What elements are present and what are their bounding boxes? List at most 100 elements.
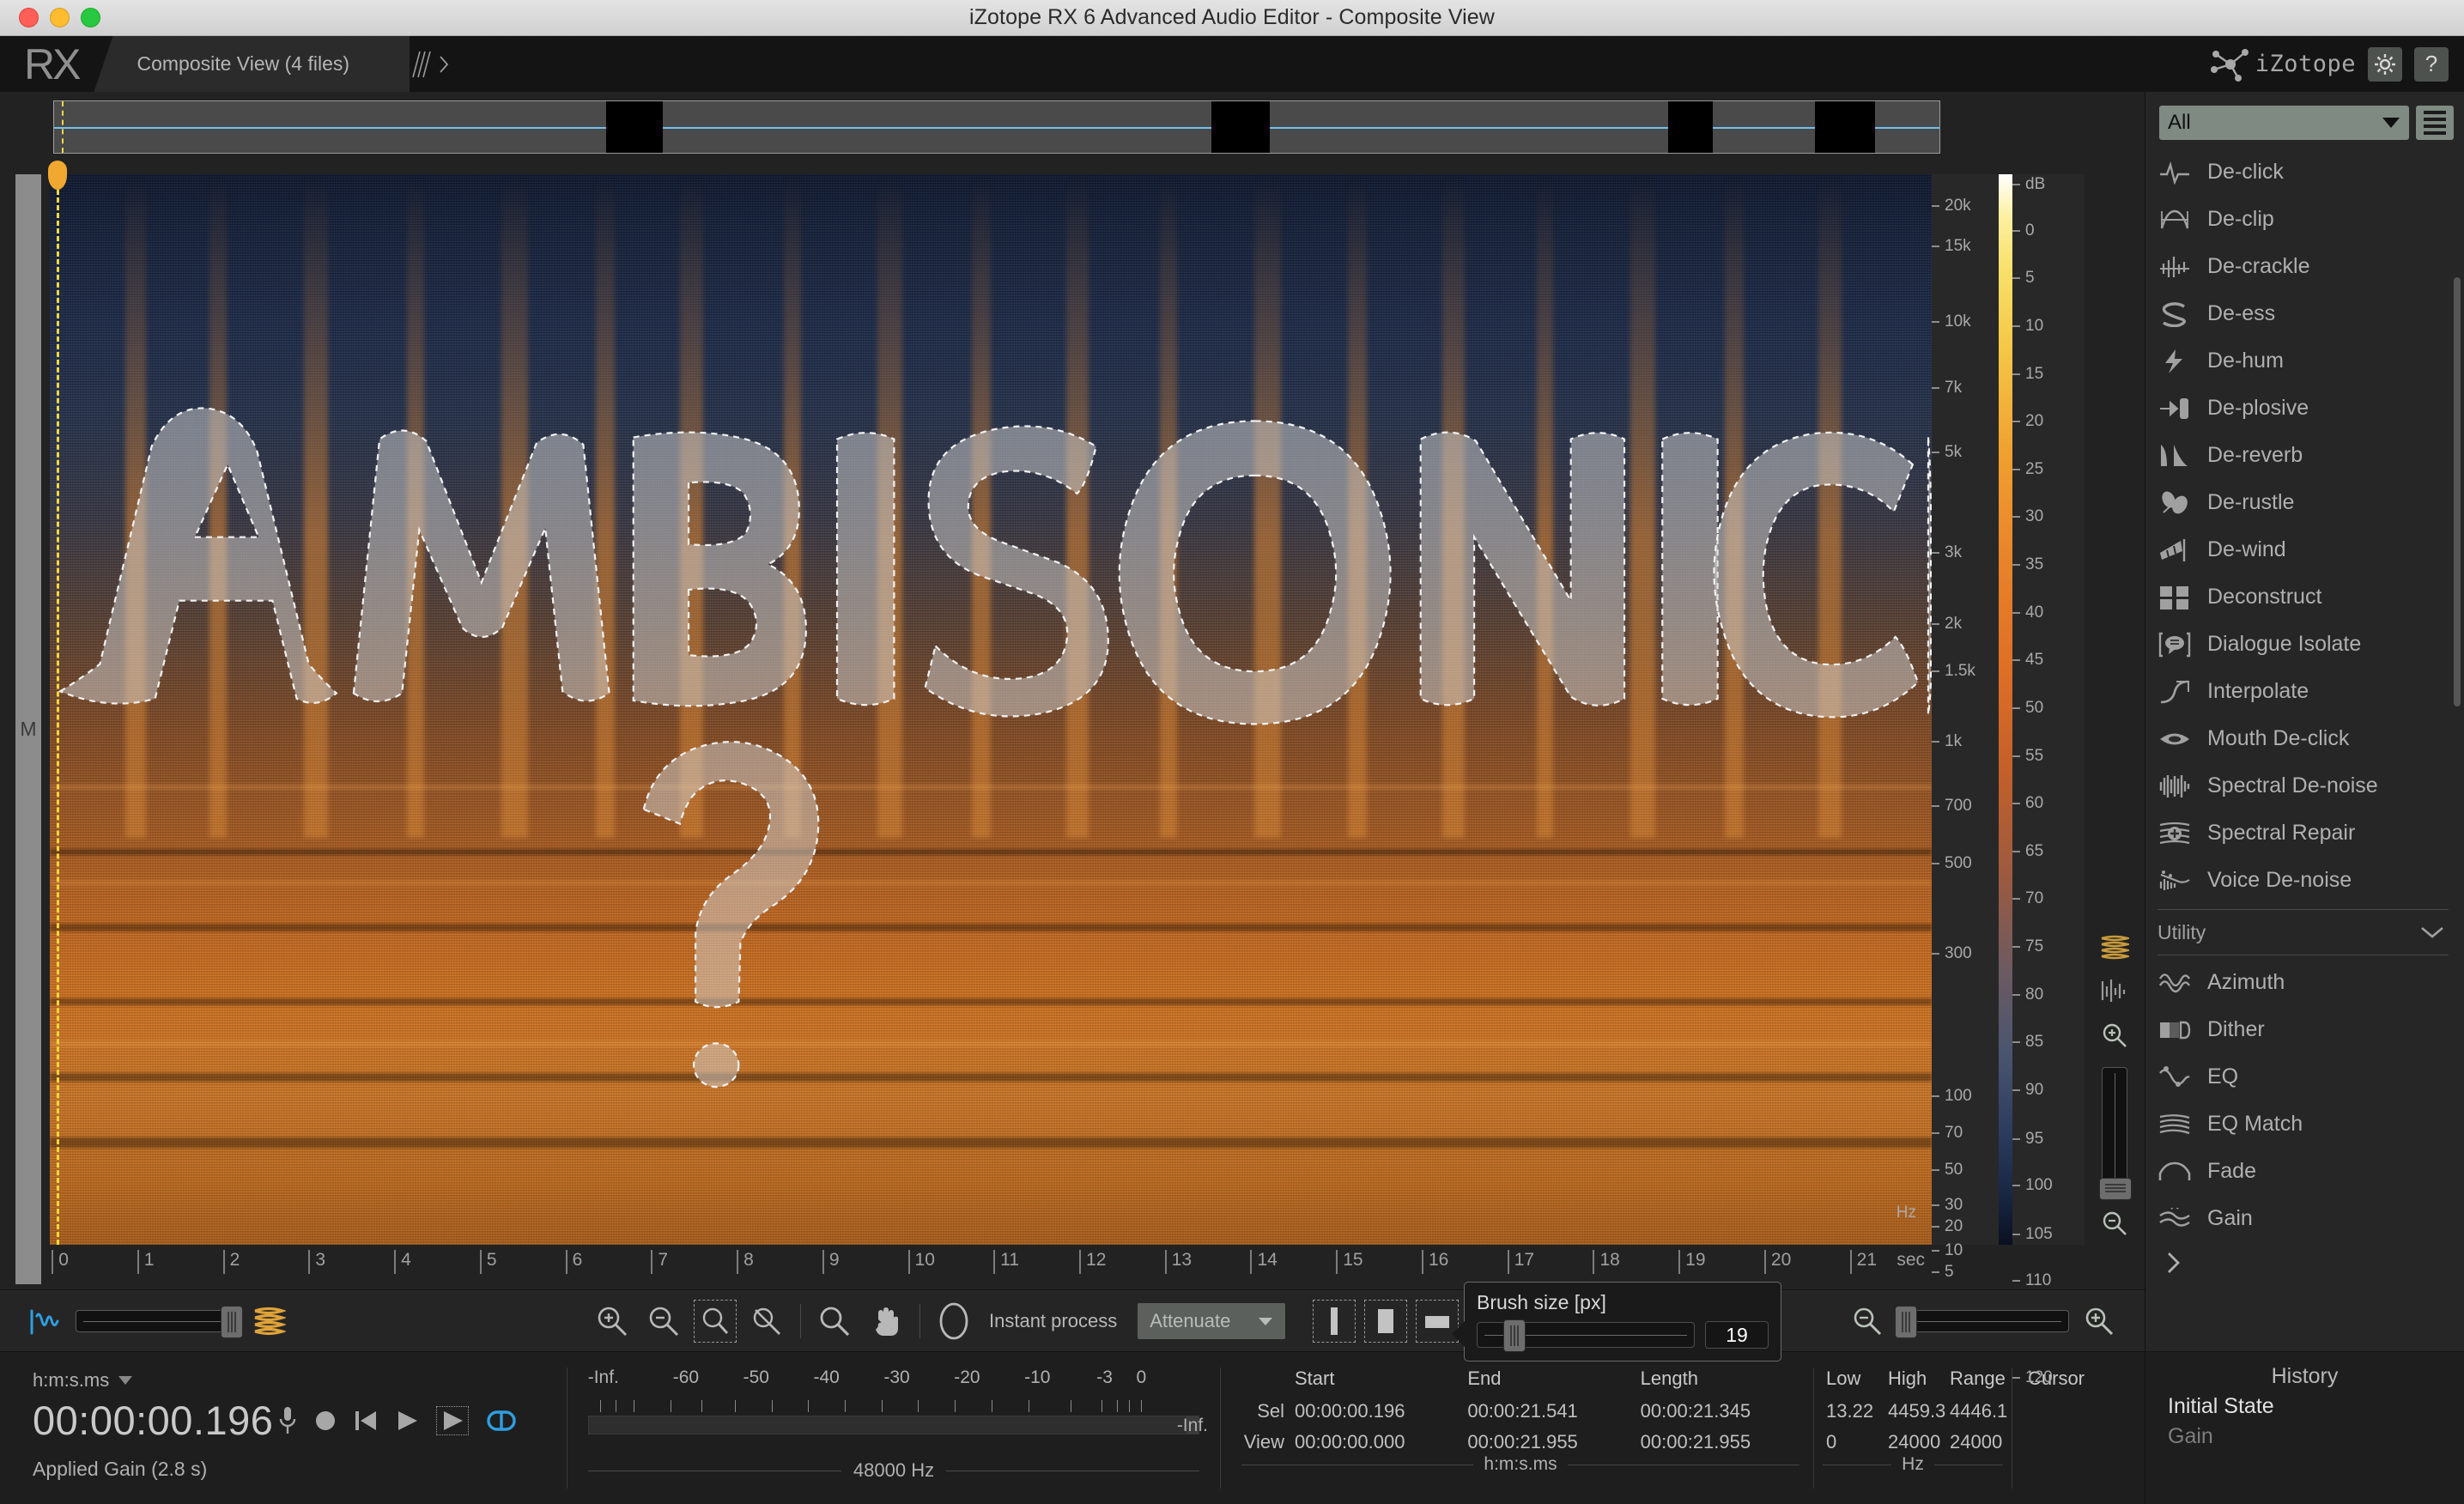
- spectrogram-icon[interactable]: [247, 1300, 290, 1343]
- sidebar-item-eq-match[interactable]: EQ Match: [2158, 1101, 2464, 1148]
- hamburger-icon[interactable]: [2416, 106, 2454, 140]
- overview-navigator[interactable]: [0, 92, 2145, 159]
- vertical-zoom-out-icon[interactable]: [2101, 1210, 2128, 1241]
- sel-start[interactable]: 00:00:00.196: [1295, 1400, 1467, 1431]
- sidebar-item-mouth-de-click[interactable]: Mouth De-click: [2158, 715, 2464, 762]
- sidebar-scrollbar[interactable]: [2454, 277, 2461, 707]
- tab-overflow[interactable]: [411, 50, 451, 79]
- sidebar-item-label: EQ: [2207, 1064, 2238, 1089]
- zoom-out-icon[interactable]: [642, 1300, 685, 1343]
- sidebar-item-spectral-repair[interactable]: Spectral Repair: [2158, 810, 2464, 857]
- zoom-reset-icon[interactable]: [745, 1300, 788, 1343]
- sidebar-item-dialogue-isolate[interactable]: Dialogue Isolate: [2158, 621, 2464, 668]
- gear-icon[interactable]: [2368, 47, 2402, 82]
- help-icon[interactable]: ?: [2414, 47, 2449, 82]
- brush-size-slider[interactable]: [1477, 1322, 1695, 1348]
- overview-playhead[interactable]: [62, 101, 64, 153]
- contrast-thumb[interactable]: [221, 1306, 243, 1338]
- sidebar-item-interpolate[interactable]: Interpolate: [2158, 668, 2464, 715]
- edit-cursor[interactable]: [57, 174, 59, 1245]
- skip-to-start-icon[interactable]: [354, 1409, 378, 1433]
- play-icon[interactable]: [395, 1409, 419, 1433]
- spectral-selection-layer[interactable]: [50, 174, 1932, 1245]
- hand-tool-icon[interactable]: [865, 1300, 907, 1343]
- de-reverb-icon: [2158, 440, 2192, 471]
- horizontal-zoom-slider[interactable]: [1897, 1310, 2069, 1332]
- zoom-in-icon[interactable]: [591, 1300, 634, 1343]
- azimuth-icon: [2158, 967, 2192, 998]
- sidebar-item-de-crackle[interactable]: De-crackle: [2158, 243, 2464, 290]
- instant-process-icon[interactable]: [932, 1300, 975, 1343]
- sidebar-item-label: De-hum: [2207, 349, 2284, 373]
- brush-size-popup[interactable]: Brush size [px] 19: [1464, 1282, 1781, 1361]
- waveform-icon[interactable]: [24, 1300, 67, 1343]
- frequency-info-panel: Low High Range 13.22 4459.3 4446.1 0 240…: [1814, 1352, 2012, 1504]
- history-item[interactable]: Initial State: [2145, 1389, 2464, 1419]
- overview-waveform[interactable]: [53, 100, 1940, 154]
- brush-size-thumb[interactable]: [1503, 1319, 1526, 1352]
- sidebar-item-dither[interactable]: Dither: [2158, 1006, 2464, 1053]
- sidebar-item-de-hum[interactable]: De-hum: [2158, 337, 2464, 385]
- sidebar-item-de-plosive[interactable]: De-plosive: [2158, 385, 2464, 432]
- sidebar-item-eq[interactable]: EQ: [2158, 1053, 2464, 1101]
- sidebar-item-de-clip[interactable]: De-clip: [2158, 196, 2464, 243]
- spectrogram-view-icon[interactable]: [2100, 934, 2129, 964]
- sel-length[interactable]: 00:00:21.345: [1641, 1400, 1813, 1431]
- sidebar-item-de-reverb[interactable]: De-reverb: [2158, 432, 2464, 479]
- horizontal-zoom-thumb[interactable]: [1895, 1306, 1917, 1338]
- sidebar-item-voice-de-noise[interactable]: Voice De-noise: [2158, 857, 2464, 904]
- editor-column: M: [0, 92, 2145, 1504]
- horizontal-zoom-in-icon[interactable]: [2078, 1300, 2121, 1343]
- microphone-icon[interactable]: [278, 1405, 297, 1436]
- horizontal-zoom-out-icon[interactable]: [1846, 1300, 1889, 1343]
- chevron-down-icon: [1258, 1316, 1273, 1326]
- sidebar-item-de-click[interactable]: De-click: [2158, 149, 2464, 196]
- vertical-zoom-in-icon[interactable]: [2101, 1022, 2128, 1053]
- module-filter-dropdown[interactable]: All: [2159, 106, 2409, 140]
- sel-range[interactable]: 4446.1: [1950, 1400, 2012, 1431]
- playhead-marker[interactable]: [48, 161, 67, 190]
- brush-size-row: 19: [1477, 1321, 1769, 1349]
- waveform-view-icon[interactable]: [2100, 978, 2129, 1008]
- time-selection-tool-icon[interactable]: [1313, 1300, 1356, 1343]
- spectrogram-canvas[interactable]: [50, 174, 1932, 1245]
- zoom-to-selection-icon[interactable]: [694, 1300, 737, 1343]
- sidebar-item-de-rustle[interactable]: De-rustle: [2158, 479, 2464, 526]
- sidebar-item-label: Interpolate: [2207, 679, 2309, 704]
- time-frequency-selection-tool-icon[interactable]: [1364, 1300, 1407, 1343]
- sidebar-item-azimuth[interactable]: Azimuth: [2158, 959, 2464, 1006]
- brush-size-title: Brush size [px]: [1477, 1291, 1769, 1314]
- vertical-zoom-thumb[interactable]: [2099, 1178, 2132, 1200]
- vertical-zoom-slider[interactable]: [2102, 1067, 2127, 1196]
- time-format-selector[interactable]: h:m:s.ms: [33, 1369, 567, 1392]
- sel-low[interactable]: 13.22: [1826, 1400, 1888, 1431]
- loop-icon[interactable]: [486, 1408, 517, 1434]
- sel-end[interactable]: 00:00:21.541: [1467, 1400, 1640, 1431]
- spectrogram-contrast-slider[interactable]: [76, 1310, 239, 1332]
- sel-high[interactable]: 4459.3: [1888, 1400, 1950, 1431]
- history-item[interactable]: Gain: [2145, 1419, 2464, 1449]
- frequency-grid: Low High Range 13.22 4459.3 4446.1 0 240…: [1826, 1368, 2012, 1462]
- overview-gap: [1668, 101, 1714, 153]
- play-selection-icon[interactable]: [436, 1406, 469, 1435]
- sidebar-group-utility[interactable]: Utility: [2158, 909, 2449, 955]
- sidebar-item-de-ess[interactable]: De-ess: [2158, 290, 2464, 337]
- sidebar-item-spectral-de-noise[interactable]: Spectral De-noise: [2158, 762, 2464, 810]
- sidebar-item-label: De-reverb: [2207, 443, 2303, 468]
- sidebar-item-gain[interactable]: Gain: [2158, 1195, 2464, 1242]
- chevron-right-icon[interactable]: [2158, 1242, 2464, 1282]
- spectrogram-canvas-wrap[interactable]: 0 1 2 3 4 5 6 7 8 9 10 11 12 13 14 15 16: [50, 159, 1932, 1289]
- attenuate-dropdown[interactable]: Attenuate: [1138, 1303, 1285, 1339]
- sidebar-item-deconstruct[interactable]: Deconstruct: [2158, 573, 2464, 621]
- brush-size-value[interactable]: 19: [1705, 1321, 1769, 1349]
- sidebar-item-fade[interactable]: Fade: [2158, 1148, 2464, 1195]
- sidebar-item-label: Mouth De-click: [2207, 726, 2349, 751]
- module-list[interactable]: De-click De-clip De-crackle De-ess: [2145, 149, 2464, 1351]
- sidebar-item-de-wind[interactable]: De-wind: [2158, 526, 2464, 573]
- magnifier-icon[interactable]: [813, 1300, 856, 1343]
- spectral-repair-icon: [2158, 818, 2192, 849]
- chevron-down-icon: [2419, 925, 2445, 939]
- record-icon[interactable]: [314, 1410, 337, 1432]
- transport-panel: h:m:s.ms 00:00:00.196 Applied Gain (2.8 …: [0, 1352, 567, 1504]
- tab-composite-view[interactable]: Composite View (4 files): [94, 36, 410, 92]
